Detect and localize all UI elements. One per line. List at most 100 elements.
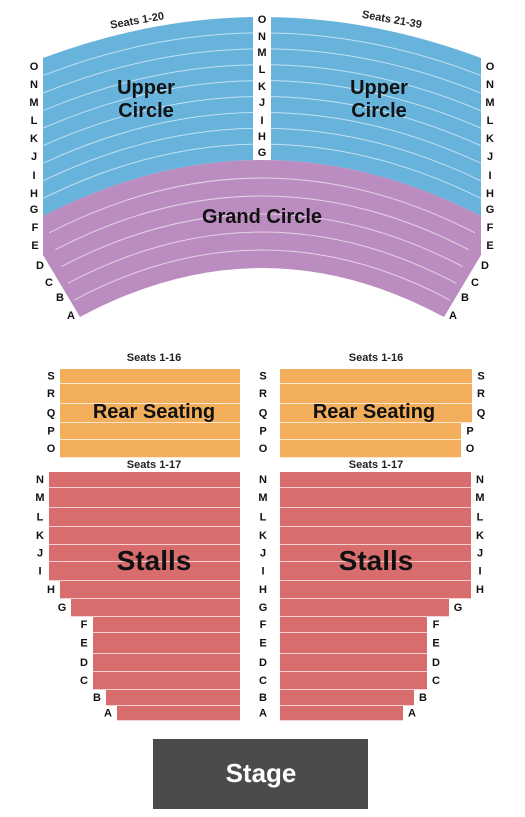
stalls-row-label-center: N — [259, 474, 267, 486]
stalls-row-left[interactable] — [93, 672, 240, 690]
stalls-row-right[interactable] — [280, 706, 403, 721]
stalls-row-left[interactable] — [93, 617, 240, 633]
stalls-row-right[interactable] — [280, 488, 471, 508]
rear-row-left[interactable] — [60, 423, 240, 440]
stalls-row-right[interactable] — [280, 599, 449, 617]
stalls-row-left[interactable] — [49, 508, 240, 527]
stalls-row-left[interactable] — [49, 488, 240, 508]
upper-row-label-left: K — [30, 133, 38, 145]
upper-row-label-right: I — [488, 170, 491, 182]
stalls-row-left[interactable] — [60, 581, 240, 599]
grand-row-label-left: D — [36, 260, 44, 272]
rear-row-label-left: R — [47, 388, 55, 400]
rear-row-label-left: Q — [47, 408, 56, 420]
rear-row-left[interactable] — [60, 440, 240, 458]
stalls-left-seats-label: Seats 1-17 — [127, 459, 181, 471]
stalls-row-right[interactable] — [280, 617, 427, 633]
seating-chart: O OON NNM MML LLK KKJ JJI IIH HHG GGF FE ED DC CB BA AS… — [29, 0, 495, 809]
stalls-row-left[interactable] — [49, 472, 240, 488]
upper-row-label-left: L — [31, 115, 38, 127]
stalls-row-label-left: J — [37, 548, 43, 560]
upper-row-label-center: K — [258, 81, 266, 93]
rear-row-label-left: O — [47, 443, 56, 455]
stalls-row-label-left: N — [36, 474, 44, 486]
stalls-row-left[interactable] — [106, 690, 240, 706]
stalls-row-left[interactable] — [93, 633, 240, 654]
grand-row-label-right: F — [487, 222, 494, 234]
stalls-row-right[interactable] — [280, 672, 427, 690]
rear-row-label-center: P — [259, 426, 266, 438]
upper-row-label-left: G — [30, 204, 39, 216]
upper-row-label-right: O — [486, 61, 495, 73]
grand-row-label-right: C — [471, 277, 479, 289]
upper-row-label-center: J — [259, 97, 265, 109]
rear-row-label-right: R — [477, 388, 485, 400]
stalls-row-label-center: J — [260, 548, 266, 560]
stalls-row-label-right: B — [419, 692, 427, 704]
upper-row-label-left: M — [29, 97, 38, 109]
grand-row-label-right: E — [486, 240, 493, 252]
upper-row-label-center: H — [258, 131, 266, 143]
stalls-row-label-right: M — [475, 492, 484, 504]
stalls-row-right[interactable] — [280, 581, 471, 599]
stalls-row-label-center: E — [259, 638, 266, 650]
rear-right-name: Rear Seating — [313, 401, 435, 423]
upper-row-label-center: L — [259, 64, 266, 76]
grand-row-label-right: B — [461, 292, 469, 304]
stalls-row-label-center: I — [261, 566, 264, 578]
stalls-row-label-center: D — [259, 657, 267, 669]
rear-row-label-center: O — [259, 443, 268, 455]
stalls-row-label-right: C — [432, 675, 440, 687]
stalls-row-label-center: B — [259, 692, 267, 704]
rear-row-label-right: S — [477, 371, 484, 383]
stalls-row-label-center: F — [260, 619, 267, 631]
stalls-row-label-center: C — [259, 675, 267, 687]
stalls-row-right[interactable] — [280, 690, 414, 706]
rear-row-label-left: S — [47, 371, 54, 383]
upper-right-name-2: Circle — [351, 100, 407, 122]
rear-left-name: Rear Seating — [93, 401, 215, 423]
upper-row-label-right: M — [485, 97, 494, 109]
stalls-right-name: Stalls — [339, 545, 414, 576]
grand-row-label-left: A — [67, 310, 75, 322]
rear-row-right[interactable] — [280, 440, 461, 458]
upper-row-label-left: H — [30, 188, 38, 200]
stalls-row-label-left: K — [36, 530, 44, 542]
rear-row-label-center: Q — [259, 408, 268, 420]
stalls-row-left[interactable] — [49, 527, 240, 545]
stalls-row-label-left: G — [58, 602, 67, 614]
stalls-row-label-right: K — [476, 530, 484, 542]
stalls-row-right[interactable] — [280, 472, 471, 488]
rear-row-right[interactable] — [280, 423, 461, 440]
upper-left-name-1: Upper — [117, 77, 175, 99]
upper-row-label-right: K — [486, 133, 494, 145]
stalls-row-left[interactable] — [71, 599, 240, 617]
stalls-row-label-left: F — [81, 619, 88, 631]
upper-row-label-left: J — [31, 151, 37, 163]
stalls-row-right[interactable] — [280, 508, 471, 527]
rear-row-left[interactable] — [60, 369, 240, 384]
upper-row-label-right: G — [486, 204, 495, 216]
stalls-row-label-left: C — [80, 675, 88, 687]
stalls-row-label-right: L — [477, 512, 484, 524]
upper-row-label-left: I — [32, 170, 35, 182]
rear-row-right[interactable] — [280, 369, 472, 384]
rear-row-label-right: Q — [477, 408, 486, 420]
upper-row-label-center: N — [258, 31, 266, 43]
rear-row-label-center: S — [259, 371, 266, 383]
stalls-row-label-center: L — [260, 512, 267, 524]
stalls-row-label-right: E — [432, 638, 439, 650]
stalls-row-right[interactable] — [280, 654, 427, 672]
stalls-row-right[interactable] — [280, 633, 427, 654]
grand-row-label-left: C — [45, 277, 53, 289]
stalls-row-label-left: A — [104, 708, 112, 720]
stalls-row-left[interactable] — [93, 654, 240, 672]
upper-row-label-right: L — [487, 115, 494, 127]
stalls-row-right[interactable] — [280, 527, 471, 545]
stalls-left-name: Stalls — [117, 545, 192, 576]
stalls-row-label-center: H — [259, 584, 267, 596]
rear-row-label-center: R — [259, 388, 267, 400]
stalls-row-label-right: I — [478, 566, 481, 578]
stalls-row-left[interactable] — [117, 706, 240, 721]
rear-right-seats-label: Seats 1-16 — [349, 352, 403, 364]
